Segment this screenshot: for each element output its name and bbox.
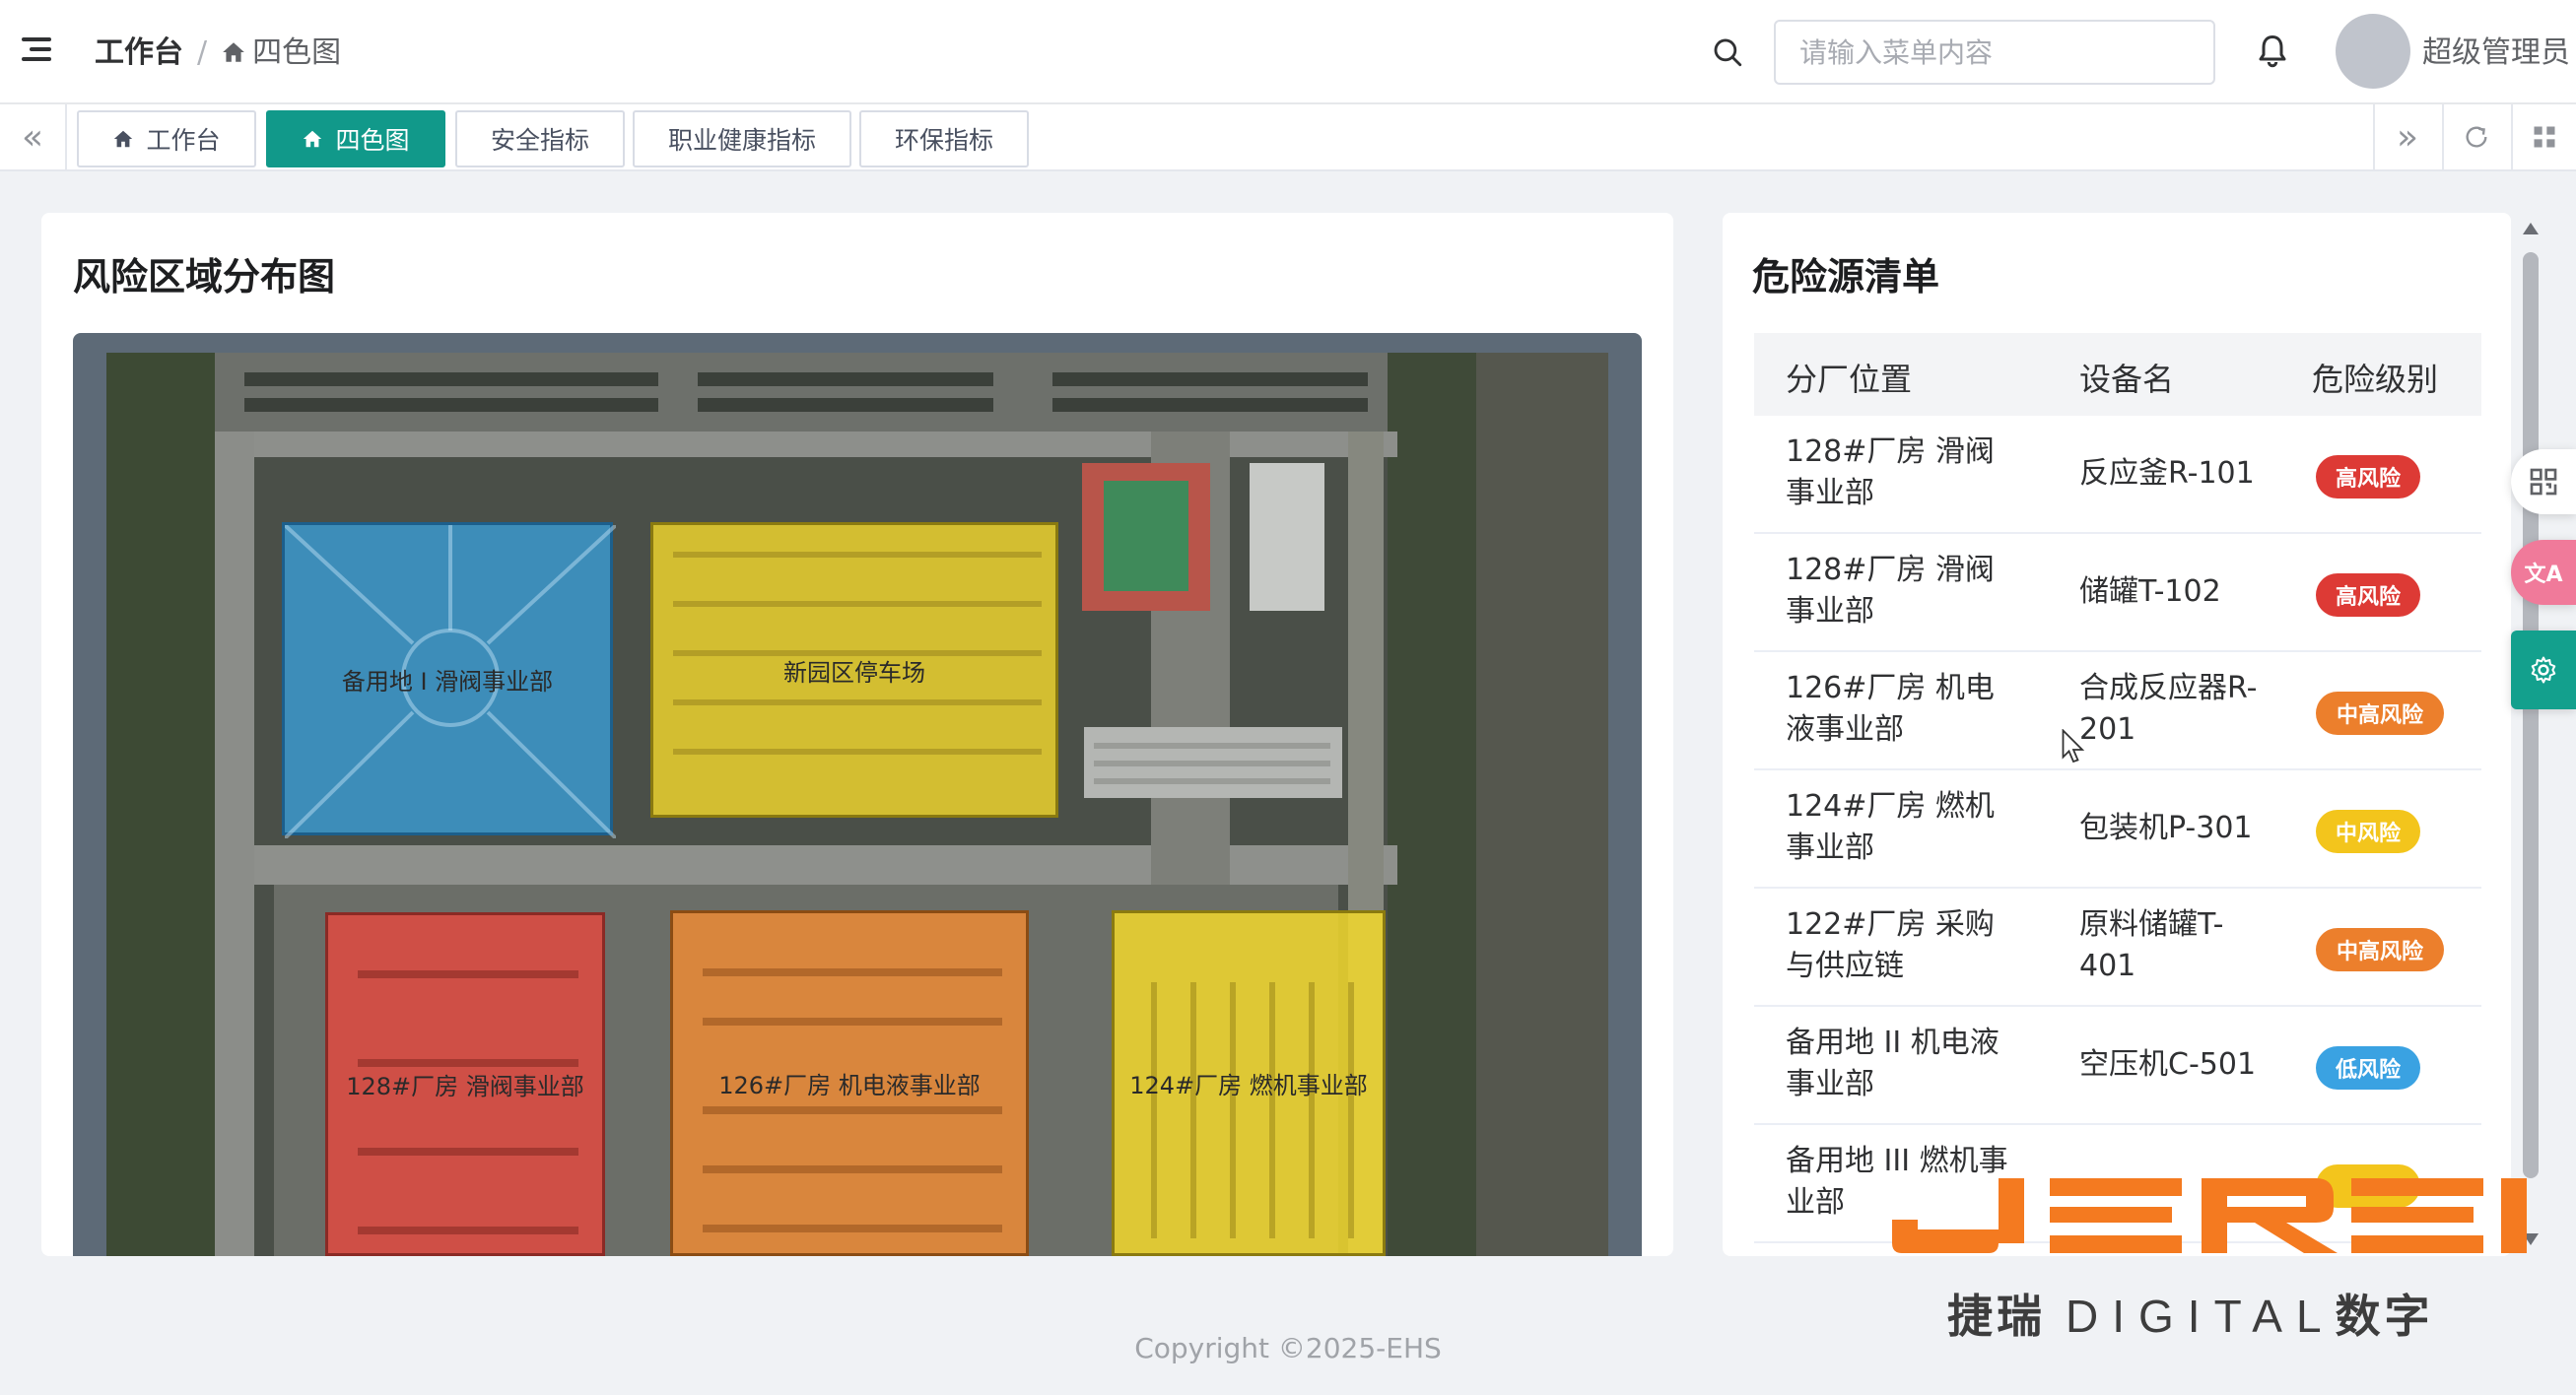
risk-map-panel: 风险区域分布图 备用地 I 滑阀事业部 新园区停车场 128#厂房 滑阀事业部 … bbox=[41, 213, 1673, 1256]
cell-location: 124#厂房 燃机事业部 bbox=[1786, 789, 1995, 865]
tab-four-color-map[interactable]: 四色图 bbox=[266, 110, 445, 167]
zone-label: 126#厂房 机电液事业部 bbox=[718, 1072, 981, 1099]
cell-device: 包装机P-301 bbox=[2079, 811, 2253, 845]
table-row[interactable]: 备用地 II 机电液事业部 空压机C-501 低风险 bbox=[1754, 1007, 2481, 1125]
home-icon bbox=[223, 42, 244, 62]
risk-badge: 高风险 bbox=[2316, 573, 2420, 617]
zone-red[interactable]: 128#厂房 滑阀事业部 bbox=[325, 912, 605, 1256]
top-header: 工作台/四色图 超级管理员 bbox=[0, 0, 2576, 104]
tab-occupational-health[interactable]: 职业健康指标 bbox=[633, 110, 851, 167]
zone-orange[interactable]: 126#厂房 机电液事业部 bbox=[670, 910, 1029, 1256]
column-location: 分厂位置 bbox=[1786, 361, 1913, 398]
refresh-icon[interactable] bbox=[2442, 104, 2509, 169]
breadcrumb-root[interactable]: 工作台 bbox=[95, 35, 183, 70]
username[interactable]: 超级管理员 bbox=[2422, 32, 2570, 75]
hazard-list-title: 危险源清单 bbox=[1752, 255, 1940, 299]
scroll-up-arrow-icon[interactable] bbox=[2523, 223, 2539, 234]
refresh-glyph bbox=[2466, 126, 2487, 148]
bell-icon[interactable] bbox=[2255, 32, 2290, 69]
table-row[interactable]: 124#厂房 燃机事业部 包装机P-301 中风险 bbox=[1754, 770, 2481, 889]
avatar[interactable] bbox=[2336, 14, 2410, 89]
jerei-digital-subtitle: 捷瑞 DIGITAL数字 bbox=[1947, 1290, 2434, 1343]
grid-glyph bbox=[2534, 126, 2555, 148]
tab-workbench[interactable]: 工作台 bbox=[77, 110, 256, 167]
cell-location: 128#厂房 滑阀事业部 bbox=[1786, 553, 1995, 629]
table-row[interactable]: 128#厂房 滑阀事业部 储罐T-102 高风险 bbox=[1754, 534, 2481, 652]
home-icon bbox=[114, 130, 133, 148]
tab-safety-indicators[interactable]: 安全指标 bbox=[455, 110, 625, 167]
cell-location: 122#厂房 采购与供应链 bbox=[1786, 907, 1995, 983]
mouse-cursor-icon bbox=[2062, 729, 2085, 764]
risk-badge: 中高风险 bbox=[2316, 928, 2444, 971]
risk-badge: 中高风险 bbox=[2316, 692, 2444, 735]
scrollbar-thumb[interactable] bbox=[2523, 252, 2539, 1178]
aerial-photo: 备用地 I 滑阀事业部 新园区停车场 128#厂房 滑阀事业部 126#厂房 机… bbox=[106, 353, 1608, 1256]
zone-blue[interactable]: 备用地 I 滑阀事业部 bbox=[282, 522, 616, 838]
table-row[interactable]: 126#厂房 机电液事业部 合成反应器R-201 中高风险 bbox=[1754, 652, 2481, 770]
gear-glyph bbox=[2531, 656, 2556, 684]
column-device: 设备名 bbox=[2079, 361, 2175, 398]
breadcrumb-current: 四色图 bbox=[221, 35, 341, 70]
table-header: 分厂位置 设备名 危险级别 bbox=[1754, 333, 2481, 416]
cell-device: 反应釜R-101 bbox=[2079, 456, 2255, 491]
scroll-right-icon[interactable]: » bbox=[2373, 104, 2440, 169]
hazard-list-panel: 危险源清单 分厂位置 设备名 危险级别 128#厂房 滑阀事业部 反应釜R-10… bbox=[1723, 213, 2511, 1256]
search-icon[interactable] bbox=[1711, 35, 1744, 69]
zone-label: 新园区停车场 bbox=[783, 658, 925, 687]
breadcrumb: 工作台 / 四色图 bbox=[95, 35, 342, 70]
qr-code-icon[interactable] bbox=[2511, 449, 2576, 514]
home-icon bbox=[304, 130, 322, 148]
table-row[interactable]: 128#厂房 滑阀事业部 反应釜R-101 高风险 bbox=[1754, 416, 2481, 534]
menu-toggle-icon[interactable] bbox=[22, 37, 51, 63]
cell-device: 空压机C-501 bbox=[2079, 1047, 2257, 1082]
risk-badge: 低风险 bbox=[2316, 1046, 2420, 1090]
scroll-left-icon[interactable]: « bbox=[0, 104, 67, 169]
grid-menu-icon[interactable] bbox=[2511, 104, 2576, 169]
zone-yellow[interactable]: 124#厂房 燃机事业部 bbox=[1112, 910, 1386, 1256]
risk-map-title: 风险区域分布图 bbox=[73, 255, 336, 299]
column-level: 危险级别 bbox=[2312, 361, 2439, 398]
zone-label: 备用地 I 滑阀事业部 bbox=[341, 667, 554, 696]
cell-location: 备用地 II 机电液事业部 bbox=[1786, 1026, 2000, 1101]
settings-gear-icon[interactable] bbox=[2511, 631, 2576, 709]
qr-glyph bbox=[2530, 468, 2557, 496]
cell-device: 储罐T-102 bbox=[2079, 574, 2221, 609]
menu-search-input[interactable] bbox=[1774, 20, 2215, 85]
risk-badge: 高风险 bbox=[2316, 455, 2420, 498]
zone-yellow-parking[interactable]: 新园区停车场 bbox=[650, 522, 1058, 818]
zone-label: 128#厂房 滑阀事业部 bbox=[346, 1073, 584, 1100]
tags-view-bar: « 工作台 四色图 安全指标 职业健康指标 环保指标 » bbox=[0, 104, 2576, 171]
cell-location: 126#厂房 机电液事业部 bbox=[1786, 671, 1995, 747]
risk-map: 备用地 I 滑阀事业部 新园区停车场 128#厂房 滑阀事业部 126#厂房 机… bbox=[73, 333, 1642, 1256]
cell-device: 合成反应器R-201 bbox=[2079, 671, 2258, 747]
language-switch-icon[interactable]: 文A bbox=[2511, 540, 2576, 605]
risk-badge: 中风险 bbox=[2316, 810, 2420, 853]
cell-location: 128#厂房 滑阀事业部 bbox=[1786, 434, 1995, 510]
cell-device: 原料储罐T-401 bbox=[2079, 907, 2224, 983]
zone-label: 124#厂房 燃机事业部 bbox=[1129, 1072, 1368, 1099]
table-row[interactable]: 122#厂房 采购与供应链 原料储罐T-401 中高风险 bbox=[1754, 889, 2481, 1007]
tab-environmental[interactable]: 环保指标 bbox=[859, 110, 1029, 167]
